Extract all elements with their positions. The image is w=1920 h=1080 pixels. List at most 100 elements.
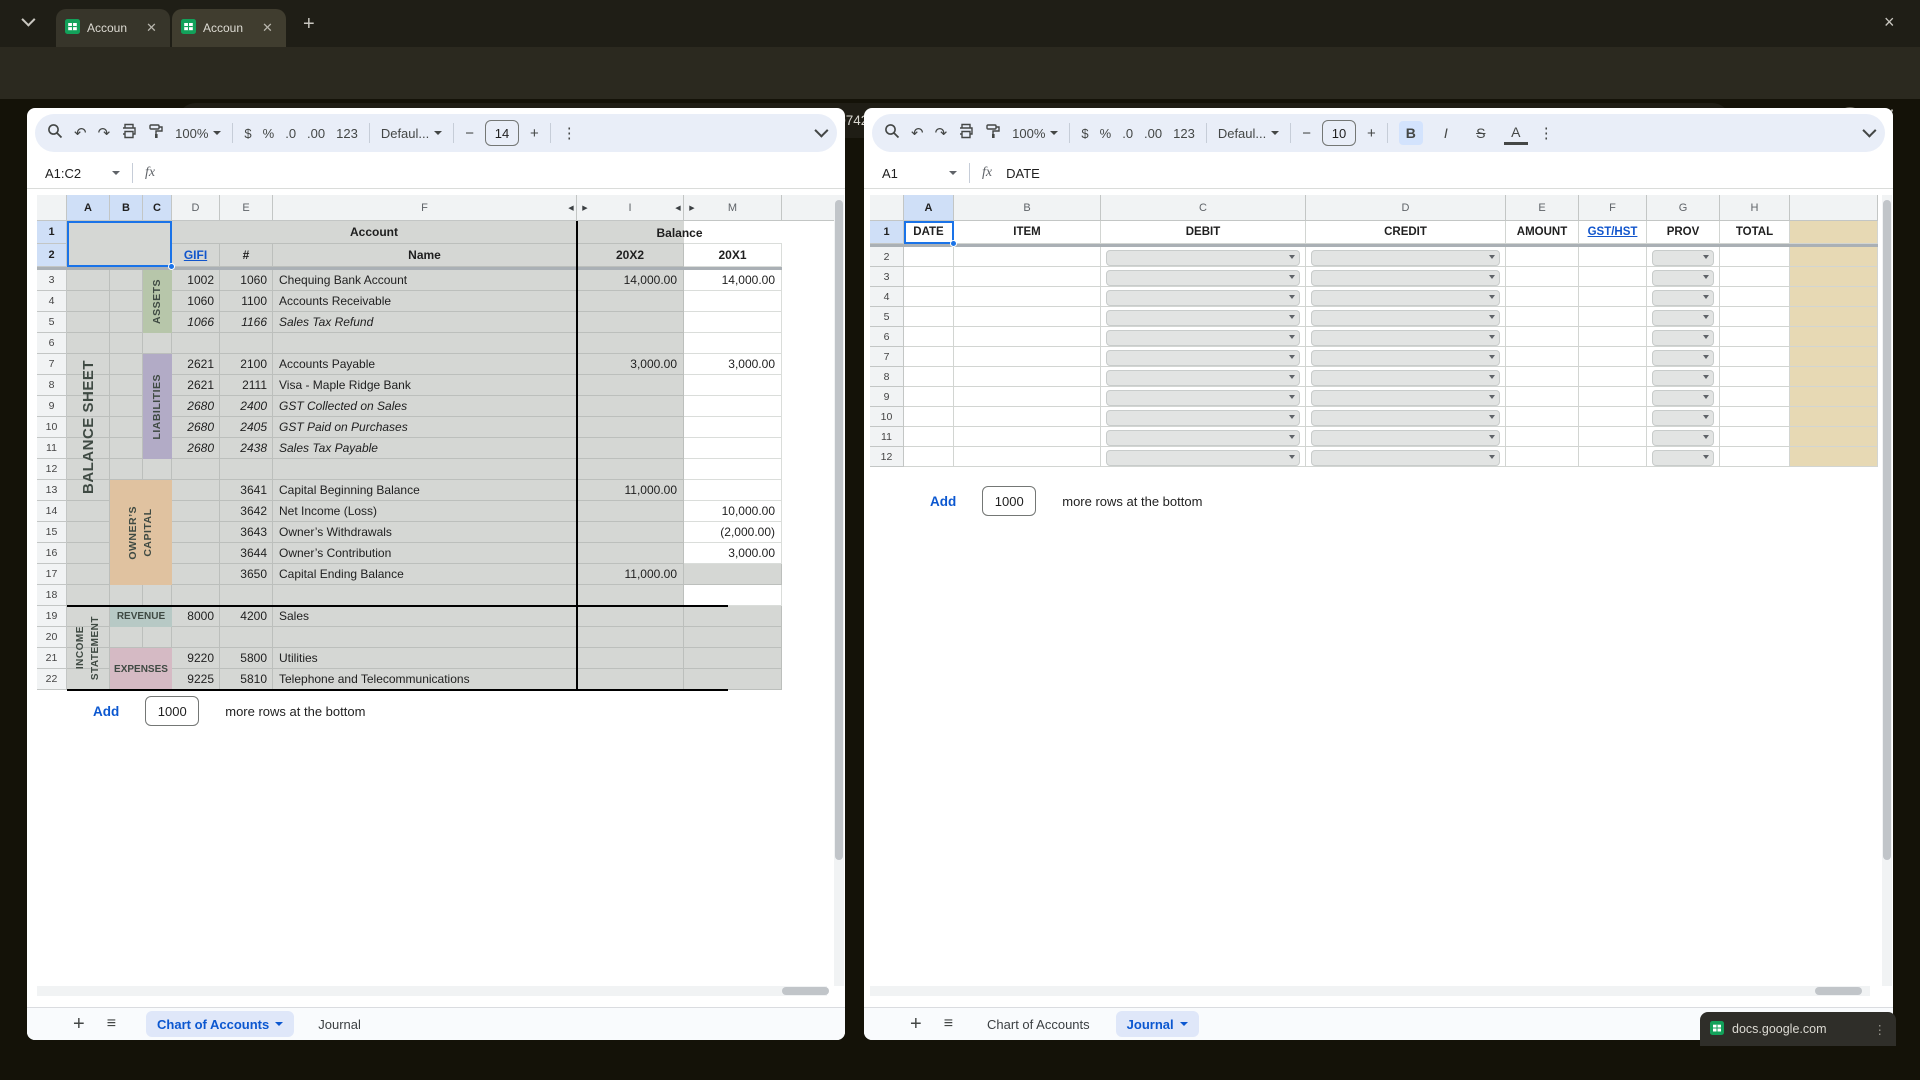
dropdown-chip[interactable] xyxy=(1106,350,1300,366)
account-number-cell[interactable]: 3650 xyxy=(220,564,273,585)
cell-A3[interactable] xyxy=(904,267,954,287)
print-icon[interactable] xyxy=(121,123,137,144)
increase-font-icon[interactable]: + xyxy=(1367,125,1376,142)
account-number-cell[interactable] xyxy=(220,627,273,648)
cell-C3[interactable] xyxy=(1101,267,1306,287)
gifi-cell[interactable]: 1060 xyxy=(172,291,220,312)
cell-F6[interactable] xyxy=(1579,327,1647,347)
fill-handle[interactable] xyxy=(168,263,175,270)
gifi-cell[interactable] xyxy=(172,543,220,564)
account-number-cell[interactable]: 2400 xyxy=(220,396,273,417)
cell-D2[interactable] xyxy=(1306,247,1506,267)
column-header-blank[interactable] xyxy=(782,195,836,221)
cell-F7[interactable] xyxy=(1579,347,1647,367)
zoom-select[interactable]: 100% xyxy=(1012,126,1058,141)
balance-20x1-cell[interactable] xyxy=(684,459,782,480)
account-number-cell[interactable]: 2438 xyxy=(220,438,273,459)
balance-20x2-cell[interactable]: 3,000.00 xyxy=(577,354,684,375)
column-header-M[interactable]: M xyxy=(684,195,782,221)
dropdown-chip[interactable] xyxy=(1311,290,1500,306)
cell[interactable] xyxy=(110,354,143,375)
row-header-12[interactable]: 12 xyxy=(870,447,904,467)
gifi-cell[interactable] xyxy=(172,333,220,354)
column-header-D[interactable]: D xyxy=(1306,195,1506,221)
balance-20x2-cell[interactable] xyxy=(577,291,684,312)
browser-tab-1[interactable]: Accoun ✕ xyxy=(56,9,170,47)
zoom-select[interactable]: 100% xyxy=(175,126,221,141)
cell-B7[interactable] xyxy=(954,347,1101,367)
cell-F10[interactable] xyxy=(1579,407,1647,427)
account-name-cell[interactable]: GST Paid on Purchases xyxy=(273,417,577,438)
row-header-3[interactable]: 3 xyxy=(870,267,904,287)
row-header-2[interactable]: 2 xyxy=(870,247,904,267)
account-name-cell[interactable] xyxy=(273,585,577,606)
font-select[interactable]: Defaul... xyxy=(381,126,442,141)
row-header-7[interactable]: 7 xyxy=(870,347,904,367)
cell[interactable] xyxy=(110,312,143,333)
balance-20x1-cell[interactable] xyxy=(684,585,782,606)
header-cell-total[interactable]: TOTAL xyxy=(1720,221,1790,244)
balance-20x1-cell[interactable] xyxy=(684,291,782,312)
increase-font-icon[interactable]: + xyxy=(530,125,539,142)
dropdown-chip[interactable] xyxy=(1106,410,1300,426)
cell-I6[interactable] xyxy=(1790,327,1878,347)
account-number-cell[interactable]: 1060 xyxy=(220,270,273,291)
gifi-cell[interactable]: 2680 xyxy=(172,438,220,459)
dropdown-chip[interactable] xyxy=(1106,270,1300,286)
cell-H10[interactable] xyxy=(1720,407,1790,427)
account-number-cell[interactable]: 3644 xyxy=(220,543,273,564)
toolbar-more-icon[interactable]: ⋮ xyxy=(562,124,577,142)
row-header-11[interactable]: 11 xyxy=(870,427,904,447)
cell-G11[interactable] xyxy=(1647,427,1720,447)
balance-20x1-cell[interactable]: 14,000.00 xyxy=(684,270,782,291)
cell-C12[interactable] xyxy=(1101,447,1306,467)
cell-B8[interactable] xyxy=(954,367,1101,387)
name-box[interactable]: A1 xyxy=(882,166,944,181)
row-header-12[interactable]: 12 xyxy=(37,459,67,480)
cell-F9[interactable] xyxy=(1579,387,1647,407)
account-number-cell[interactable]: 3642 xyxy=(220,501,273,522)
balance-20x2-cell[interactable] xyxy=(577,585,684,606)
font-size-input[interactable]: 10 xyxy=(1322,120,1356,146)
row-header-4[interactable]: 4 xyxy=(37,291,67,312)
format-currency-icon[interactable]: $ xyxy=(1081,126,1088,141)
column-header-D[interactable]: D xyxy=(172,195,220,221)
cell-D3[interactable] xyxy=(1306,267,1506,287)
cell-B9[interactable] xyxy=(954,387,1101,407)
redo-icon[interactable]: ↷ xyxy=(98,124,111,142)
tab-close-icon[interactable]: ✕ xyxy=(146,20,157,36)
paint-format-icon[interactable] xyxy=(985,123,1001,144)
cell-D10[interactable] xyxy=(1306,407,1506,427)
cell-D11[interactable] xyxy=(1306,427,1506,447)
sheet-tab-chart-of-accounts[interactable]: Chart of Accounts xyxy=(987,1017,1090,1032)
row-header-19[interactable]: 19 xyxy=(37,606,67,627)
h-scrollbar-thumb[interactable] xyxy=(1815,987,1862,995)
dropdown-chip[interactable] xyxy=(1106,310,1300,326)
dropdown-chip[interactable] xyxy=(1652,250,1714,266)
column-header-A[interactable]: A xyxy=(67,195,110,221)
balance-20x2-cell[interactable] xyxy=(577,606,684,627)
gifi-cell[interactable]: 2621 xyxy=(172,354,220,375)
account-number-cell[interactable]: 1166 xyxy=(220,312,273,333)
account-name-cell[interactable]: Capital Ending Balance xyxy=(273,564,577,585)
v-scrollbar-thumb[interactable] xyxy=(1883,200,1891,860)
balance-20x1-cell[interactable] xyxy=(684,333,782,354)
cell-B2[interactable] xyxy=(954,247,1101,267)
account-name-cell[interactable]: Net Income (Loss) xyxy=(273,501,577,522)
column-header-B[interactable]: B xyxy=(110,195,143,221)
dropdown-chip[interactable] xyxy=(1311,250,1500,266)
balance-20x2-cell[interactable] xyxy=(577,375,684,396)
header-cell-prov[interactable]: PROV xyxy=(1647,221,1720,244)
balance-20x2-cell[interactable] xyxy=(577,417,684,438)
row-header-9[interactable]: 9 xyxy=(37,396,67,417)
gifi-cell[interactable]: 9220 xyxy=(172,648,220,669)
balance-20x2-cell[interactable] xyxy=(577,627,684,648)
cell-I10[interactable] xyxy=(1790,407,1878,427)
all-sheets-icon[interactable]: ≡ xyxy=(944,1015,953,1033)
account-number-cell[interactable]: 1100 xyxy=(220,291,273,312)
account-name-cell[interactable]: Telephone and Telecommunications xyxy=(273,669,577,690)
column-header-E[interactable]: E xyxy=(220,195,273,221)
account-number-cell[interactable]: 4200 xyxy=(220,606,273,627)
row-header-10[interactable]: 10 xyxy=(37,417,67,438)
balance-20x1-cell[interactable] xyxy=(684,648,782,669)
